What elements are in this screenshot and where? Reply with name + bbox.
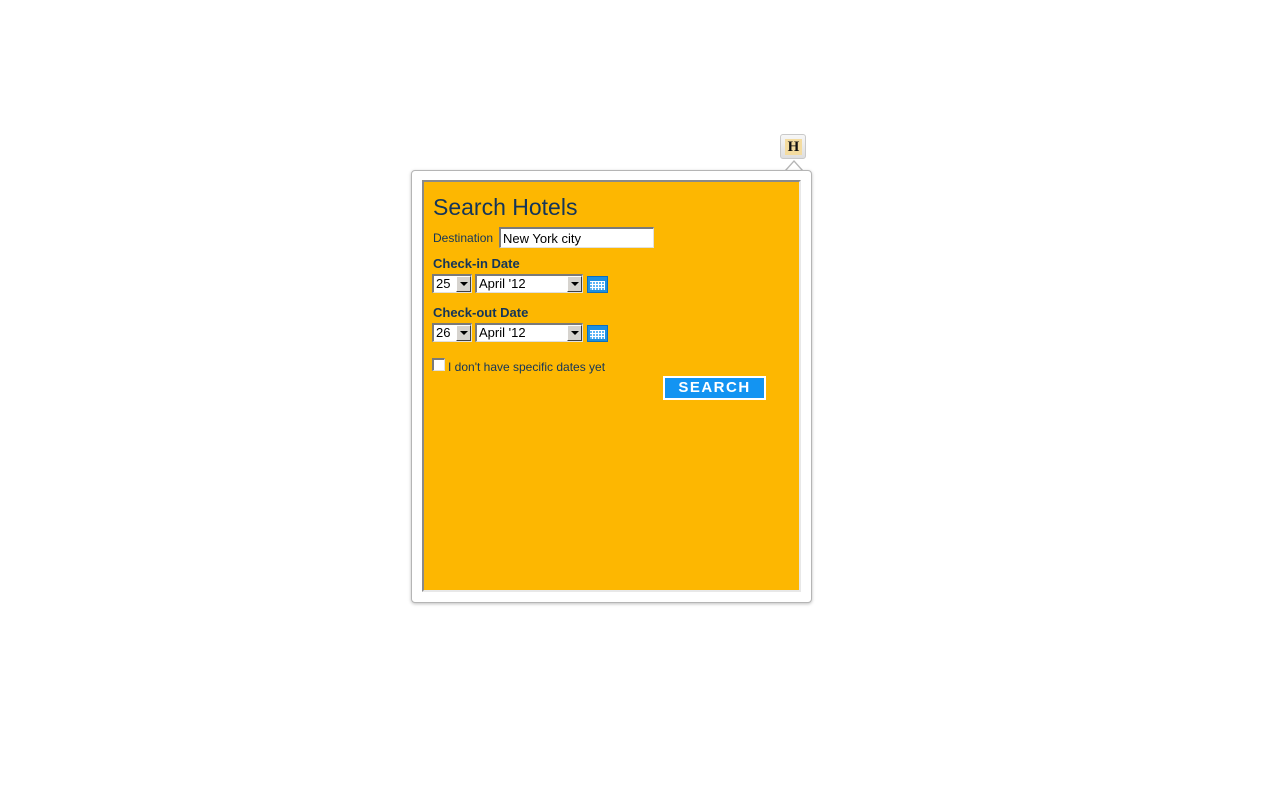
chevron-down-icon[interactable] — [567, 276, 582, 292]
checkout-month-select[interactable]: April '12 — [475, 323, 583, 342]
chevron-down-icon[interactable] — [456, 325, 471, 341]
checkout-month-value: April '12 — [479, 325, 526, 340]
checkin-calendar-icon[interactable] — [587, 276, 608, 293]
checkin-label: Check-in Date — [433, 256, 520, 271]
checkout-day-select[interactable]: 26 — [432, 323, 472, 342]
chevron-down-icon[interactable] — [567, 325, 582, 341]
extension-popup: Search Hotels Destination Check-in Date … — [411, 170, 812, 603]
no-dates-checkbox[interactable] — [432, 358, 445, 371]
checkout-label: Check-out Date — [433, 305, 529, 320]
checkout-calendar-icon[interactable] — [587, 325, 608, 342]
page-title: Search Hotels — [433, 194, 578, 220]
checkin-month-select[interactable]: April '12 — [475, 274, 583, 293]
checkin-month-value: April '12 — [479, 276, 526, 291]
checkin-day-value: 25 — [436, 276, 451, 291]
no-dates-label[interactable]: I don't have specific dates yet — [448, 360, 605, 374]
destination-input[interactable] — [499, 227, 654, 248]
checkout-day-value: 26 — [436, 325, 451, 340]
hotel-search-widget: Search Hotels Destination Check-in Date … — [422, 180, 801, 592]
destination-label: Destination — [433, 231, 494, 245]
chevron-down-icon[interactable] — [456, 276, 471, 292]
checkin-day-select[interactable]: 25 — [432, 274, 472, 293]
hotel-h-icon: H — [785, 139, 802, 155]
search-button[interactable]: SEARCH — [663, 376, 766, 400]
hotel-extension-button[interactable]: H — [780, 134, 806, 159]
